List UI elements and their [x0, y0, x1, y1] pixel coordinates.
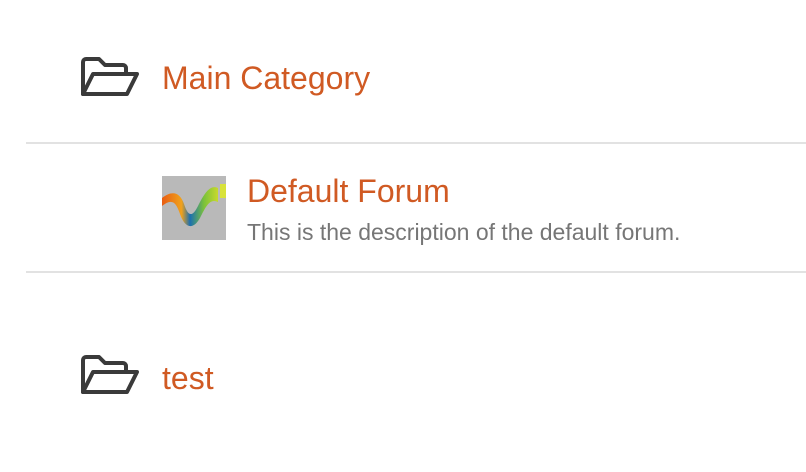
divider	[26, 271, 806, 273]
folder-open-icon	[79, 352, 141, 398]
forum-description: This is the description of the default f…	[247, 219, 681, 245]
category-title-link[interactable]: test	[162, 358, 214, 398]
category-title-link[interactable]: Main Category	[162, 58, 370, 98]
forum-title-link[interactable]: Default Forum	[247, 171, 450, 211]
divider	[26, 142, 806, 144]
category-test: test	[0, 348, 806, 408]
folder-open-icon	[79, 54, 141, 100]
forum-avatar-icon[interactable]	[162, 176, 226, 240]
category-main: Main Category	[0, 48, 806, 108]
forum-row: Default Forum This is the description of…	[0, 146, 806, 270]
